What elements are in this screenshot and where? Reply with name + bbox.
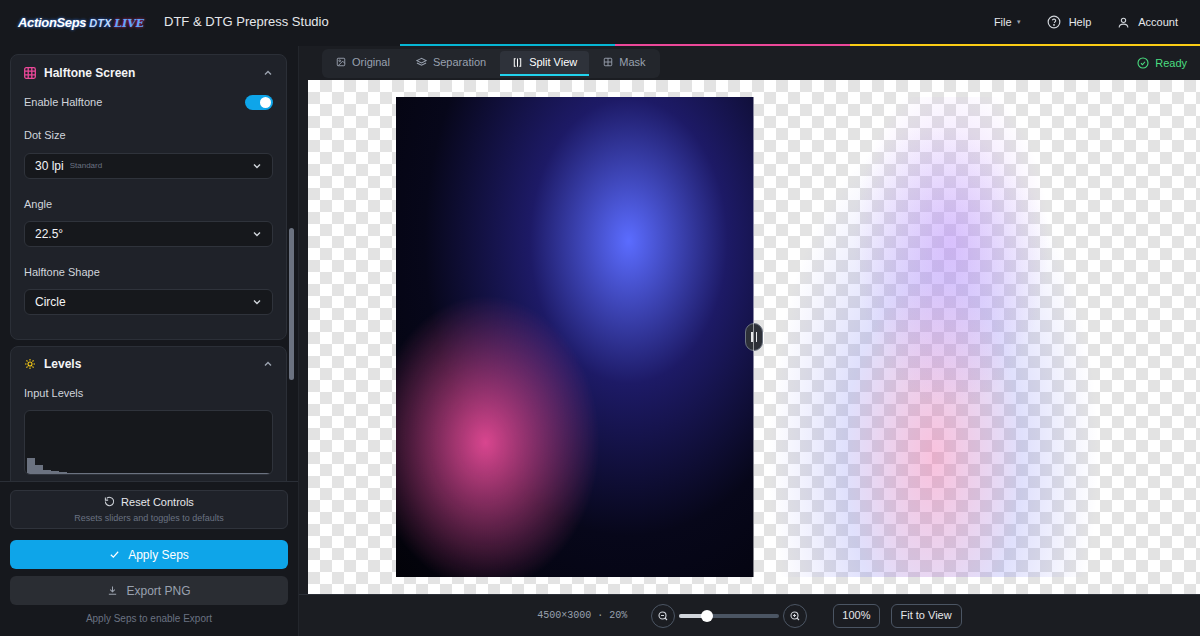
check-circle-icon bbox=[1137, 57, 1149, 69]
zoom-in-icon bbox=[789, 610, 801, 622]
chevron-icon[interactable] bbox=[263, 359, 273, 369]
halftone-panel: Halftone Screen Enable Halftone Dot Size… bbox=[10, 54, 287, 340]
grid-icon bbox=[603, 57, 613, 67]
sun-icon bbox=[24, 358, 36, 370]
histogram-bar bbox=[189, 473, 197, 474]
levels-panel: Levels Input Levels bbox=[10, 346, 287, 482]
chevron-down-icon bbox=[252, 161, 262, 171]
dot-size-select[interactable]: 30 lpi Standard bbox=[24, 153, 273, 179]
artwork-preview bbox=[396, 97, 1113, 577]
histogram-bar bbox=[197, 473, 205, 474]
histogram-bar bbox=[262, 473, 270, 474]
halftone-header[interactable]: Halftone Screen bbox=[11, 55, 286, 90]
histogram-bar bbox=[100, 473, 108, 474]
zoom-out-button[interactable] bbox=[651, 604, 675, 628]
enable-halftone-toggle[interactable] bbox=[245, 95, 273, 110]
zoom-100-button[interactable]: 100% bbox=[833, 604, 879, 628]
export-png-button[interactable]: Export PNG bbox=[10, 576, 288, 605]
check-icon bbox=[109, 549, 120, 560]
histogram-bar bbox=[124, 473, 132, 474]
histogram-bar bbox=[229, 473, 237, 474]
histogram-bar bbox=[59, 472, 67, 474]
histogram-bar bbox=[157, 473, 165, 474]
field-label: Dot Size bbox=[24, 127, 66, 144]
status-indicator: Ready bbox=[1137, 55, 1187, 72]
histogram-bar bbox=[51, 471, 59, 474]
histogram-bar bbox=[140, 473, 148, 474]
histogram-bar bbox=[148, 473, 156, 474]
zoom-out-icon bbox=[657, 610, 669, 622]
chevron-icon[interactable] bbox=[263, 68, 273, 78]
histogram[interactable] bbox=[24, 410, 273, 475]
workspace: Original Separation Split View Mask Read… bbox=[298, 46, 1200, 636]
canvas[interactable] bbox=[308, 80, 1200, 594]
view-tab[interactable]: Mask bbox=[591, 51, 657, 76]
histogram-bar bbox=[205, 473, 213, 474]
histogram-bar bbox=[35, 465, 43, 474]
zoom-slider[interactable] bbox=[679, 614, 779, 618]
view-tab[interactable]: Split View bbox=[500, 51, 589, 76]
histogram-bar bbox=[237, 473, 245, 474]
sidebar: Halftone Screen Enable Halftone Dot Size… bbox=[0, 46, 298, 636]
account-menu[interactable]: Account bbox=[1117, 14, 1178, 31]
export-note: Apply Seps to enable Export bbox=[86, 611, 212, 626]
split-handle[interactable] bbox=[745, 323, 763, 351]
help-menu[interactable]: Help bbox=[1047, 14, 1092, 31]
histogram-bar bbox=[43, 470, 51, 474]
grid-icon bbox=[24, 67, 36, 79]
histogram-bar bbox=[132, 473, 140, 474]
reset-controls-button[interactable]: Reset Controls Resets sliders and toggle… bbox=[10, 490, 288, 529]
chevron-down-icon bbox=[252, 229, 262, 239]
histogram-bar bbox=[84, 473, 92, 474]
image-icon bbox=[336, 57, 346, 67]
field-label: Halftone Shape bbox=[24, 264, 100, 281]
help-icon bbox=[1047, 15, 1061, 29]
histogram-bar bbox=[213, 473, 221, 474]
file-menu[interactable]: File ▾ bbox=[994, 14, 1021, 31]
angle-select[interactable]: 22.5° bbox=[24, 221, 273, 247]
fit-to-view-button[interactable]: Fit to View bbox=[891, 604, 962, 628]
histogram-bar bbox=[92, 473, 100, 474]
split-icon bbox=[512, 57, 523, 68]
action-area: Reset Controls Resets sliders and toggle… bbox=[0, 481, 298, 636]
halftone-shape-select[interactable]: Circle bbox=[24, 289, 273, 315]
reset-icon bbox=[104, 496, 115, 507]
histogram-bar bbox=[67, 473, 75, 474]
zoom-in-button[interactable] bbox=[783, 604, 807, 628]
view-tab[interactable]: Separation bbox=[404, 51, 498, 76]
original-half bbox=[396, 97, 755, 577]
histogram-bar bbox=[246, 473, 254, 474]
field-label: Angle bbox=[24, 196, 52, 213]
view-tab-bar: Original Separation Split View Mask Read… bbox=[299, 46, 1200, 80]
enable-halftone-row: Enable Halftone bbox=[24, 92, 273, 112]
histogram-bar bbox=[76, 473, 84, 474]
histogram-bar bbox=[116, 473, 124, 474]
sidebar-scrollbar[interactable] bbox=[289, 228, 294, 380]
histogram-bar bbox=[254, 473, 262, 474]
field-label: Input Levels bbox=[24, 385, 83, 402]
view-tab[interactable]: Original bbox=[324, 51, 402, 76]
app-title: DTF & DTG Prepress Studio bbox=[164, 12, 329, 32]
zoom-bar: 4500×3000 · 20% 100% Fit to View bbox=[299, 594, 1200, 636]
levels-header[interactable]: Levels bbox=[11, 347, 286, 382]
histogram-bar bbox=[181, 473, 189, 474]
histogram-bar bbox=[173, 473, 181, 474]
histogram-bar bbox=[221, 473, 229, 474]
chevron-down-icon bbox=[252, 297, 262, 307]
histogram-bar bbox=[165, 473, 173, 474]
histogram-bar bbox=[27, 458, 35, 474]
apply-seps-button[interactable]: Apply Seps bbox=[10, 540, 288, 569]
layers-icon bbox=[416, 57, 427, 68]
logo[interactable]: ActionSeps DTX LIVE bbox=[18, 16, 158, 29]
app-header: ActionSeps DTX LIVE DTF & DTG Prepress S… bbox=[0, 0, 1200, 44]
image-info: 4500×3000 · 20% bbox=[537, 608, 627, 623]
histogram-bar bbox=[108, 473, 116, 474]
user-icon bbox=[1117, 16, 1130, 29]
download-icon bbox=[107, 585, 118, 596]
separated-half bbox=[754, 97, 1113, 577]
